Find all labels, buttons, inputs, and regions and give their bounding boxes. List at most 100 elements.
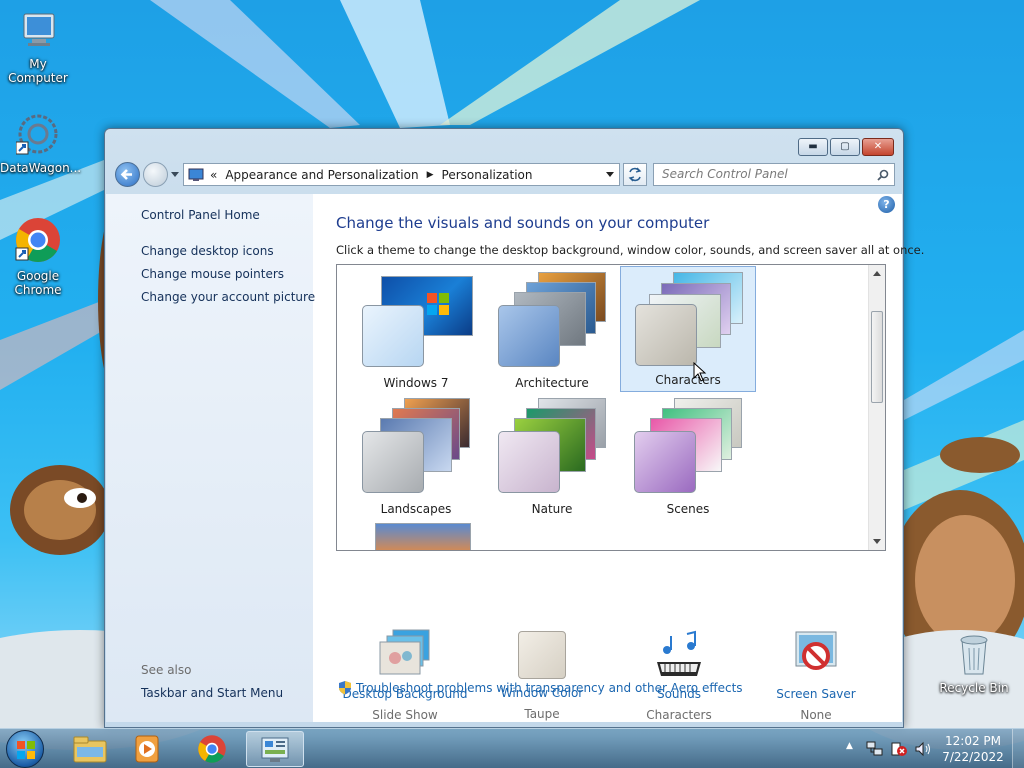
help-button[interactable]: ? (878, 196, 895, 213)
color-swatch (635, 304, 697, 366)
clock-date: 7/22/2022 (942, 750, 1004, 764)
sounds-icon (657, 630, 701, 676)
help-icon: ? (883, 198, 890, 211)
theme-label: Scenes (666, 502, 710, 516)
window-color-setting[interactable]: Window Color Taupe (477, 628, 607, 721)
desktop-icon-my-computer[interactable]: My Computer (0, 10, 76, 85)
desktop-background-icon (379, 629, 430, 675)
troubleshoot-link-text: Troubleshoot problems with transparency … (356, 681, 743, 695)
troubleshoot-link[interactable]: Troubleshoot problems with transparency … (338, 680, 743, 695)
datawagon-icon (15, 114, 58, 155)
mouse-cursor-icon (693, 362, 707, 382)
theme-partial-preview[interactable] (375, 523, 471, 550)
action-center-icon[interactable] (890, 741, 908, 757)
change-desktop-icons-link[interactable]: Change desktop icons (141, 244, 274, 258)
back-arrow-icon (120, 169, 132, 180)
setting-value: Slide Show (372, 708, 438, 722)
theme-label: Landscapes (380, 502, 452, 516)
theme-characters[interactable]: Characters (620, 266, 756, 392)
start-button[interactable] (6, 730, 44, 768)
breadcrumb-personalization[interactable]: Personalization (442, 168, 533, 182)
recent-pages-chevron-icon[interactable] (170, 171, 180, 179)
search-placeholder: Search Control Panel (662, 167, 788, 181)
color-swatch (634, 431, 696, 493)
desktop-background-setting[interactable]: Desktop Background Slide Show (340, 628, 470, 722)
taskbar-media-player[interactable] (120, 731, 176, 767)
close-icon: ✕ (873, 141, 883, 152)
recycle-bin-icon (960, 635, 988, 675)
navigation-bar: « Appearance and Personalization ▶ Perso… (105, 159, 903, 191)
change-account-picture-link[interactable]: Change your account picture (141, 290, 315, 304)
back-button[interactable] (115, 162, 140, 187)
theme-scenes[interactable]: Scenes (620, 394, 756, 520)
media-player-icon (135, 735, 159, 763)
shield-icon (339, 681, 351, 695)
show-hidden-icons-icon[interactable]: ▲ (846, 741, 853, 751)
taskbar-control-panel[interactable] (246, 731, 304, 767)
clock[interactable]: 12:02 PM 7/22/2022 (938, 733, 1008, 765)
computer-icon (23, 13, 55, 46)
personalization-window[interactable]: ▬ ▢ ✕ « Appearance and Personalization ▶… (104, 128, 924, 728)
clock-time: 12:02 PM (945, 734, 1001, 748)
scroll-thumb[interactable] (871, 311, 883, 403)
address-bar[interactable]: « Appearance and Personalization ▶ Perso… (183, 163, 620, 186)
vertical-scrollbar[interactable] (868, 265, 885, 550)
refresh-button[interactable] (623, 163, 647, 186)
theme-windows-7[interactable]: Windows 7 (348, 268, 484, 394)
volume-icon[interactable] (914, 741, 932, 757)
screen-saver-setting[interactable]: Screen Saver None (751, 628, 881, 722)
search-input[interactable]: Search Control Panel (653, 163, 895, 186)
theme-nature[interactable]: Nature (484, 394, 620, 520)
theme-landscapes[interactable]: Landscapes (348, 394, 484, 520)
control-panel-icon (261, 737, 289, 762)
see-also-label: See also (141, 663, 192, 677)
network-icon[interactable] (866, 741, 884, 757)
close-button[interactable]: ✕ (862, 138, 894, 156)
color-swatch (498, 431, 560, 493)
taskbar-start-menu-link[interactable]: Taskbar and Start Menu (141, 686, 283, 700)
breadcrumb-appearance[interactable]: Appearance and Personalization (225, 168, 418, 182)
taskbar: ▲ 12:02 PM 7/22/2022 (0, 728, 1024, 768)
content-area: Control Panel Home Change desktop icons … (106, 194, 924, 722)
desktop-icon-recycle-bin[interactable]: Recycle Bin (936, 632, 1012, 695)
color-swatch (498, 305, 560, 367)
windows-logo-icon (427, 293, 449, 315)
scroll-down-icon[interactable] (873, 539, 881, 545)
theme-label: Windows 7 (383, 376, 449, 390)
page-subtitle: Click a theme to change the desktop back… (336, 243, 925, 257)
address-chevron[interactable]: « (210, 168, 217, 182)
theme-architecture[interactable]: Architecture (484, 268, 620, 394)
system-tray: ▲ 12:02 PM 7/22/2022 (840, 729, 1024, 768)
chrome-icon (15, 218, 60, 262)
change-mouse-pointers-link[interactable]: Change mouse pointers (141, 267, 284, 281)
sounds-setting[interactable]: Sounds Characters (614, 628, 744, 722)
screen-saver-icon (795, 631, 837, 670)
window-color-icon (518, 631, 566, 679)
sidebar: Control Panel Home Change desktop icons … (106, 194, 315, 722)
explorer-icon (73, 736, 107, 763)
control-panel-icon (188, 168, 204, 181)
chrome-icon (198, 735, 226, 763)
theme-label: Architecture (515, 376, 589, 390)
minimize-icon: ▬ (808, 141, 818, 152)
desktop-icon-chrome[interactable]: Google Chrome (0, 216, 76, 297)
breadcrumb-separator-icon: ▶ (426, 169, 434, 180)
maximize-button[interactable]: ▢ (830, 138, 860, 156)
theme-label: Nature (531, 502, 573, 516)
scroll-up-icon[interactable] (873, 270, 881, 276)
desktop-icon-datawagon[interactable]: DataWagon... (0, 112, 81, 175)
forward-button[interactable] (143, 162, 168, 187)
setting-value: Taupe (524, 707, 560, 721)
refresh-icon (628, 167, 642, 182)
theme-label: Characters (655, 373, 721, 387)
minimize-button[interactable]: ▬ (798, 138, 828, 156)
address-dropdown-icon[interactable] (605, 171, 615, 179)
taskbar-explorer[interactable] (62, 731, 118, 767)
theme-gallery[interactable]: Windows 7 Architecture Characters Landsc… (336, 264, 886, 551)
control-panel-home-link[interactable]: Control Panel Home (141, 208, 260, 222)
start-orb-icon (17, 741, 35, 759)
show-desktop-button[interactable] (1012, 729, 1024, 768)
taskbar-chrome[interactable] (184, 731, 240, 767)
maximize-icon: ▢ (840, 141, 850, 152)
setting-value: Characters (646, 708, 712, 722)
